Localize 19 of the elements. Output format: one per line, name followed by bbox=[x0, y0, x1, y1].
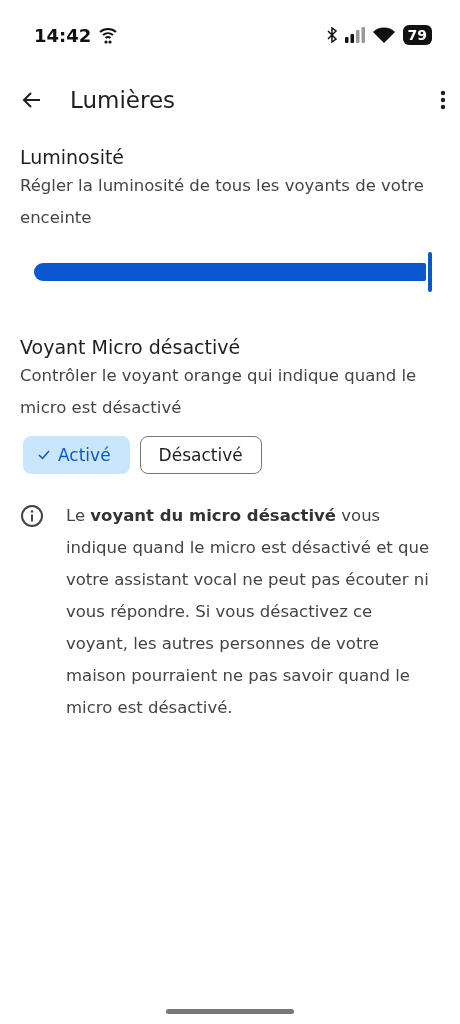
info-icon bbox=[20, 504, 44, 528]
section-title: Voyant Micro désactivé bbox=[20, 336, 242, 358]
filter-chip[interactable]: Désactivé bbox=[139, 436, 262, 474]
wifi-icon bbox=[372, 27, 395, 43]
battery-level: 79 bbox=[402, 25, 432, 45]
bluetooth-icon bbox=[326, 27, 337, 43]
info-text: Le voyant du micro désactivé vous indique quand le micro est désactivé et que votre assistant vocal ne peut pas écouter ni vous répondre. Si vous désactivez ce voyant, les autres personnes de votre maison pourraient ne pas savoir quand le micro est désactivé. bbox=[66, 505, 431, 719]
section-description: Contrôler le voyant orange qui indique quand le micro est désactivé bbox=[20, 365, 418, 419]
filter-chip[interactable]: Activé bbox=[23, 436, 130, 474]
signal-icon bbox=[344, 27, 365, 43]
clock: 14:42 bbox=[34, 24, 92, 46]
check-icon bbox=[38, 450, 50, 460]
page-title: Lumières bbox=[70, 87, 177, 113]
more-options-icon[interactable] bbox=[440, 90, 446, 110]
slider-handle[interactable] bbox=[428, 252, 432, 292]
wifi-icon bbox=[99, 26, 118, 44]
section-title: Luminosité bbox=[20, 146, 126, 168]
section-description: Régler la luminosité de tous les voyants de votre enceinte bbox=[20, 175, 425, 229]
brightness-slider[interactable] bbox=[34, 252, 432, 292]
